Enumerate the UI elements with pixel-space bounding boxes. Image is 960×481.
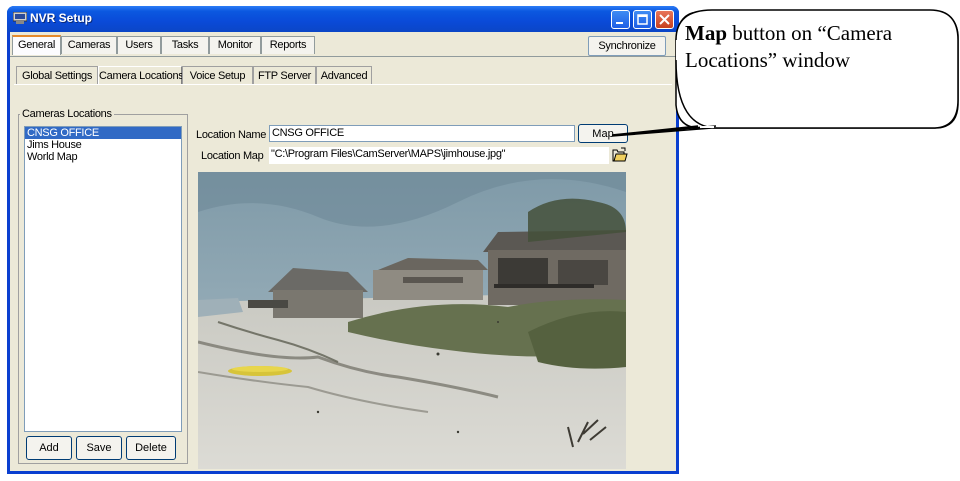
tab-users-label: Users [125,39,153,51]
subtab-advanced[interactable]: Advanced [316,66,372,84]
tab-cameras-label: Cameras [67,39,111,51]
tab-monitor[interactable]: Monitor [209,36,261,54]
tab-users[interactable]: Users [117,36,161,54]
list-item[interactable]: CNSG OFFICE [25,127,181,139]
tab-general-label: General [17,39,56,51]
tab-reports-label: Reports [269,39,307,51]
beach-photo [198,172,626,469]
tab-tasks[interactable]: Tasks [161,36,209,54]
location-name-input[interactable]: CNSG OFFICE [269,125,575,142]
subtab-camera-locations[interactable]: Camera Locations [98,66,184,84]
maximize-icon [637,14,648,25]
subtab-global-settings[interactable]: Global Settings [16,66,98,84]
add-button[interactable]: Add [26,436,72,460]
nvr-setup-window: NVR Setup General Cameras Users Tasks Mo… [7,6,679,474]
app-icon [13,12,27,24]
subtab-camera-locations-label: Camera Locations [99,70,184,82]
minimize-icon [616,22,623,24]
minimize-button[interactable] [611,10,630,29]
folder-open-icon [612,147,628,162]
delete-button[interactable]: Delete [126,436,176,460]
list-item[interactable]: Jims House [25,139,181,151]
location-map-input[interactable]: "C:\Program Files\CamServer\MAPS\jimhous… [269,147,609,164]
subtab-voice-setup[interactable]: Voice Setup [182,66,253,84]
maximize-button[interactable] [633,10,652,29]
subtab-advanced-label: Advanced [320,70,368,82]
subtab-global-settings-label: Global Settings [21,70,93,82]
browse-button[interactable] [611,146,629,164]
subtab-ftp-server[interactable]: FTP Server [253,66,316,84]
location-map-label: Location Map [201,150,264,162]
tab-panel-border [10,56,676,57]
locations-listbox[interactable]: CNSG OFFICE Jims House World Map [24,126,182,432]
window-title: NVR Setup [30,11,93,25]
sub-tab-panel-border [14,84,672,85]
tab-cameras[interactable]: Cameras [61,36,117,54]
tab-monitor-label: Monitor [217,39,253,51]
subtab-voice-setup-label: Voice Setup [189,70,246,82]
location-map-image [198,172,626,469]
callout-text: Map button on “Camera Locations” window [685,20,940,74]
tab-reports[interactable]: Reports [261,36,315,54]
map-button[interactable]: Map [578,124,628,143]
close-button[interactable] [655,10,674,29]
title-bar[interactable]: NVR Setup [7,6,679,32]
window-client-area: General Cameras Users Tasks Monitor Repo… [10,32,676,471]
tab-general[interactable]: General [12,35,61,55]
synchronize-button[interactable]: Synchronize [588,36,666,56]
close-icon [659,14,670,25]
list-item[interactable]: World Map [25,151,181,163]
location-name-label: Location Name [196,129,267,141]
subtab-ftp-server-label: FTP Server [257,70,312,82]
callout-bold: Map [685,21,727,45]
save-button[interactable]: Save [76,436,122,460]
cameras-locations-group-label: Cameras Locations [20,108,114,120]
tab-tasks-label: Tasks [171,39,199,51]
